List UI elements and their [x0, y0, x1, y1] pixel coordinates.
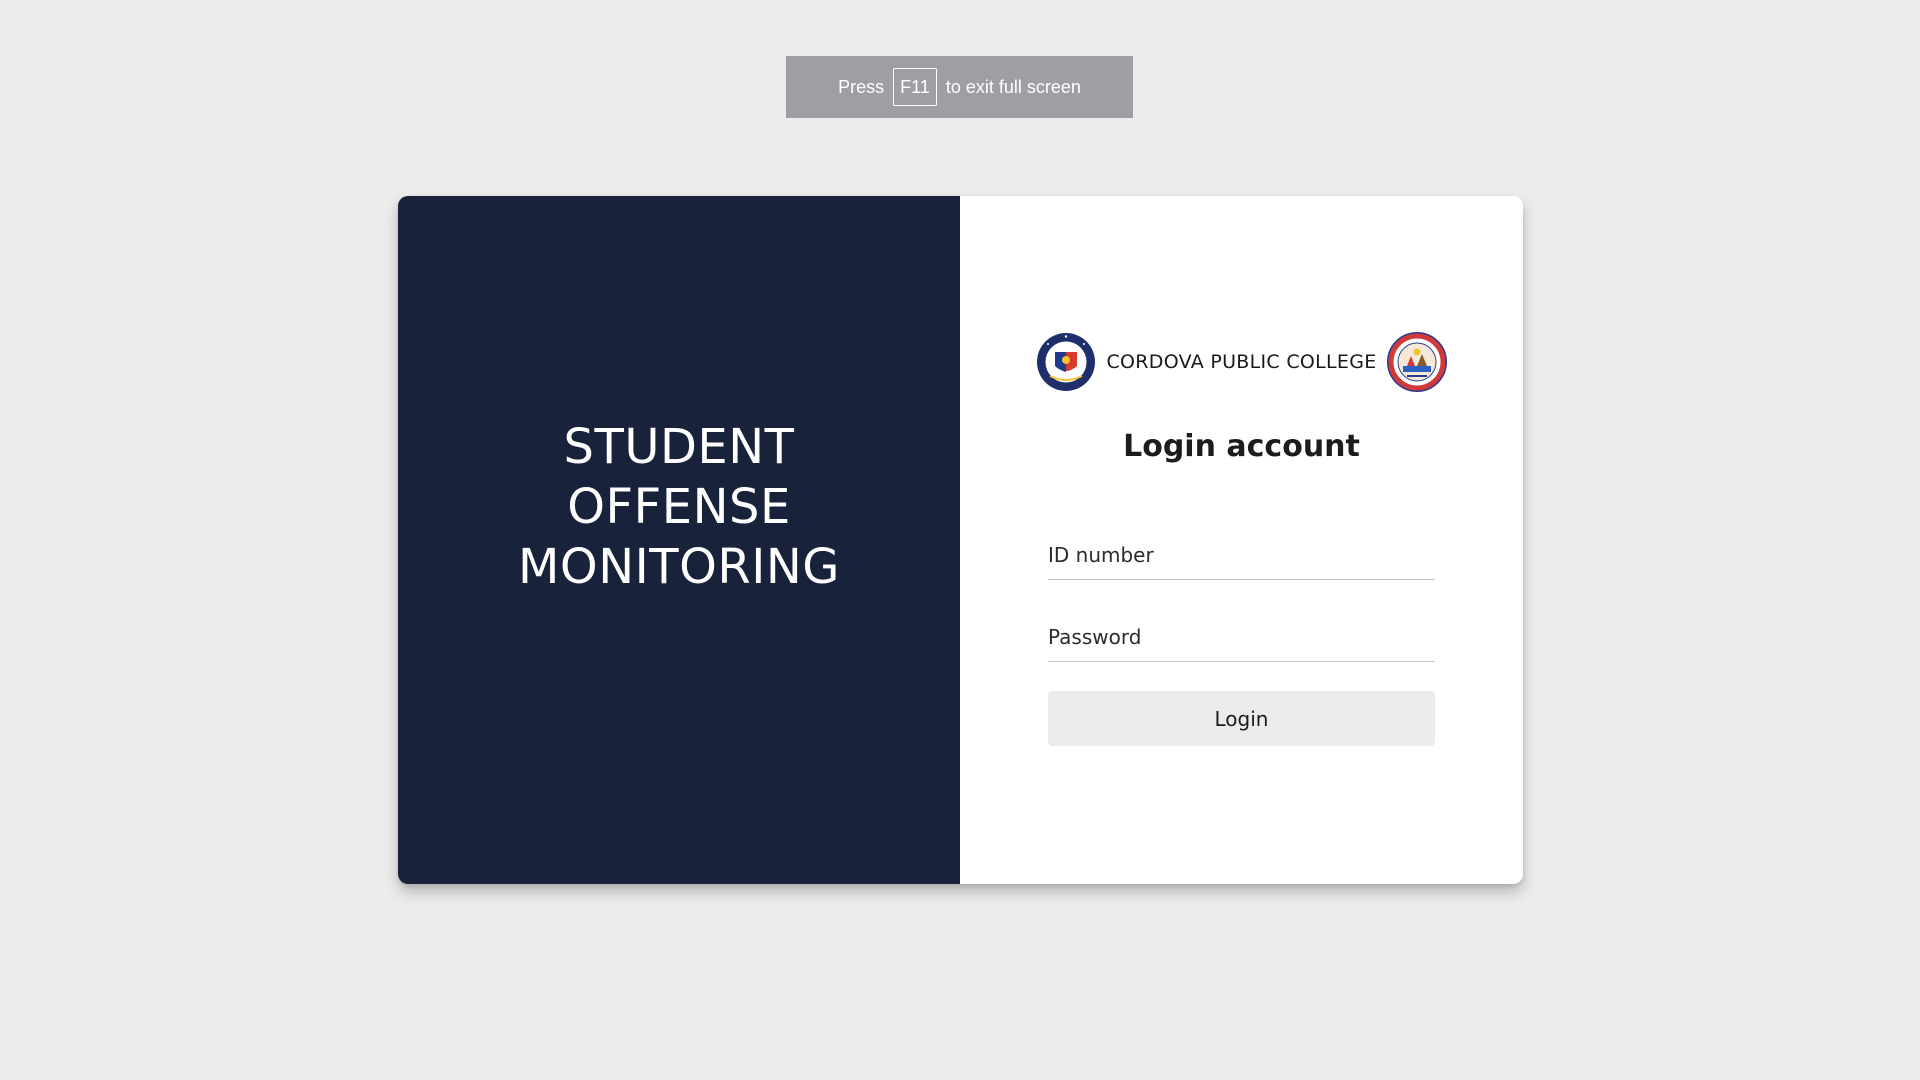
municipality-seal-icon	[1386, 332, 1447, 392]
id-number-input[interactable]	[1048, 530, 1435, 580]
notice-suffix: to exit full screen	[945, 76, 1081, 97]
system-title-line-3: MONITORING	[518, 539, 840, 595]
login-panel: CORDOVA PUBLIC COLLEGE Login account Log…	[960, 196, 1523, 884]
login-card: STUDENT OFFENSE MONITORING CORDOVA PUBLI…	[398, 196, 1523, 884]
system-title-line-2: OFFENSE	[567, 479, 791, 535]
college-seal-icon	[1037, 333, 1096, 391]
login-heading: Login account	[1123, 429, 1360, 464]
system-title-line-1: STUDENT	[563, 419, 795, 475]
fullscreen-exit-notice: Press F11 to exit full screen	[786, 56, 1133, 118]
college-name: CORDOVA PUBLIC COLLEGE	[1106, 351, 1377, 373]
password-input[interactable]	[1048, 612, 1435, 662]
system-title: STUDENT OFFENSE MONITORING	[518, 417, 840, 597]
notice-prefix: Press	[838, 76, 885, 97]
college-header: CORDOVA PUBLIC COLLEGE	[960, 332, 1523, 392]
login-button[interactable]: Login	[1048, 691, 1435, 746]
brand-panel: STUDENT OFFENSE MONITORING	[398, 196, 960, 884]
f11-key-label: F11	[893, 68, 937, 106]
